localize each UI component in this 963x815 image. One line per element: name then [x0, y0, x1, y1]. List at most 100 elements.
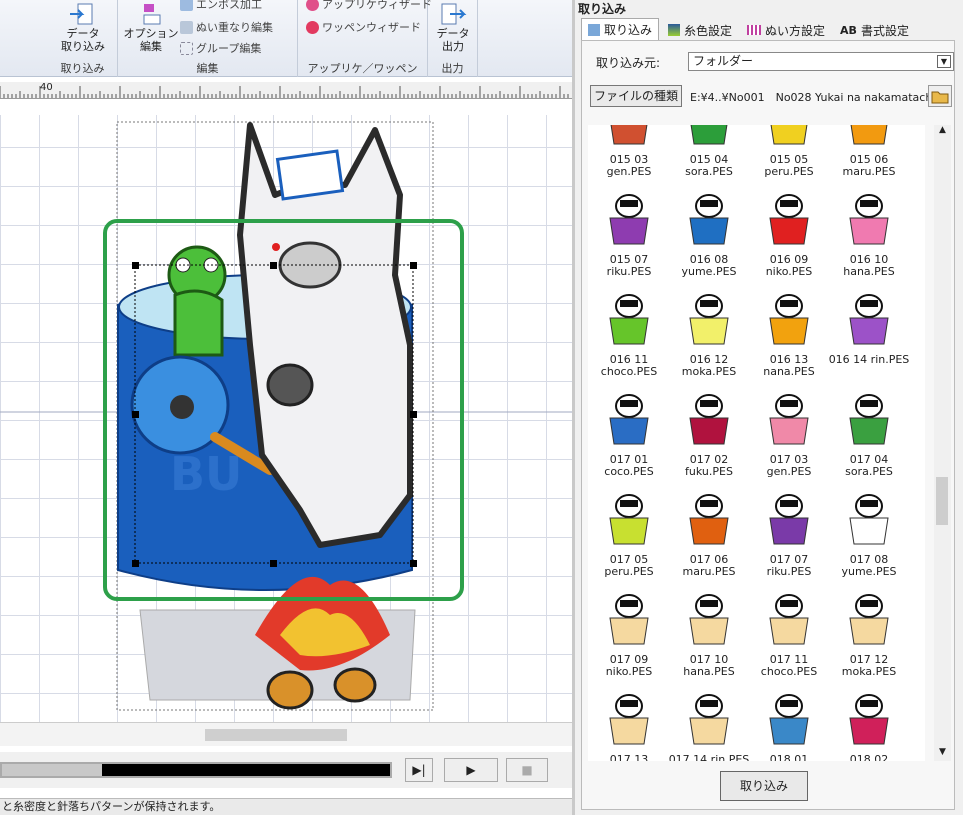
scroll-thumb-vertical[interactable] — [936, 477, 948, 525]
thumbnail-item[interactable]: 017 09 niko.PES — [588, 588, 670, 688]
thumbnail-image — [684, 388, 734, 448]
thumbnail-caption: 018 01 coco.PES — [769, 753, 809, 762]
applique-wizard-label: アップリケウィザード — [322, 0, 432, 11]
overlap-edit-button[interactable]: ぬい重なり編集 — [180, 19, 273, 35]
folder-icon — [931, 91, 949, 104]
thumbnail-image — [684, 588, 734, 648]
import-button[interactable]: 取り込み — [720, 771, 808, 801]
ribbon-group-edit: オプション 編集 エンボス加工 ぬい重なり編集 グループ編集 編集 — [118, 0, 298, 77]
thumbnail-item[interactable]: 015 06 maru.PES — [828, 125, 910, 188]
source-label: 取り込み元: — [596, 56, 661, 70]
option-edit-button[interactable]: オプション 編集 — [122, 2, 180, 53]
design-canvas[interactable]: BU — [0, 115, 572, 722]
tab-format[interactable]: AB 書式設定 — [834, 20, 915, 40]
thumbnail-caption: 016 11 choco.PES — [600, 353, 658, 378]
thumbnail-image — [844, 188, 894, 248]
data-output-button[interactable]: データ 出力 — [430, 2, 476, 53]
file-type-button[interactable]: ファイルの種類 — [590, 85, 682, 107]
embroidery-design[interactable]: BU — [0, 115, 572, 722]
thumbnail-item[interactable]: 018 01 coco.PES — [748, 688, 830, 761]
thumbnail-item[interactable]: 017 07 riku.PES — [748, 488, 830, 588]
thumbnail-item[interactable]: 016 10 hana.PES — [828, 188, 910, 288]
group-edit-button[interactable]: グループ編集 — [180, 40, 261, 56]
thumbnail-item[interactable]: 017 02 fuku.PES — [668, 388, 750, 488]
thumbnail-caption: 015 05 peru.PES — [764, 153, 814, 178]
tab-import[interactable]: 取り込み — [581, 18, 660, 40]
group-label-applique: アップリケ／ワッペン — [307, 62, 418, 75]
tab-thread-color-label: 糸色設定 — [684, 23, 733, 38]
panel-title: 取り込み — [578, 2, 627, 16]
thumbnail-image — [604, 688, 654, 748]
thumbnail-item[interactable]: 017 12 moka.PES — [828, 588, 910, 688]
thumbnail-image — [844, 488, 894, 548]
horizontal-scrollbar[interactable] — [0, 722, 572, 746]
tab-stitch[interactable]: ぬい方設定 — [741, 20, 831, 40]
thumbnail-image — [764, 488, 814, 548]
thumbnail-item[interactable]: 017 05 peru.PES — [588, 488, 670, 588]
thumbnail-item[interactable]: 017 01 coco.PES — [588, 388, 670, 488]
thumbnail-item[interactable]: 016 09 niko.PES — [748, 188, 830, 288]
thumbnail-item[interactable]: 015 04 sora.PES — [668, 125, 750, 188]
thumbnail-image — [764, 188, 814, 248]
skip-end-button[interactable]: ▶| — [405, 758, 433, 782]
ribbon-group-output: データ 出力 出力 — [428, 0, 478, 77]
applique-wizard-button[interactable]: アップリケウィザード — [306, 0, 432, 12]
thumbnail-item[interactable]: 016 11 choco.PES — [588, 288, 670, 388]
thumbnail-item[interactable]: 015 05 peru.PES — [748, 125, 830, 188]
emboss-button[interactable]: エンボス加工 — [180, 0, 262, 12]
thumbnail-caption: 017 11 choco.PES — [760, 653, 818, 678]
progress-track[interactable] — [0, 762, 392, 778]
stitch-icon — [747, 25, 762, 35]
thumbnail-scrollbar[interactable]: ▲ ▼ — [934, 125, 951, 761]
scroll-down-icon[interactable]: ▼ — [934, 747, 951, 761]
play-button[interactable]: ▶ — [444, 758, 498, 782]
thumbnail-image — [844, 125, 894, 148]
option-edit-icon — [136, 2, 166, 26]
thumbnail-image — [604, 288, 654, 348]
thumbnail-item[interactable]: 017 11 choco.PES — [748, 588, 830, 688]
thumbnail-item[interactable]: 018 02 fuku.PES — [828, 688, 910, 761]
firewood — [266, 670, 314, 710]
data-import-button[interactable]: データ 取り込み — [54, 2, 112, 53]
thumbnail-caption: 017 04 sora.PES — [845, 453, 893, 478]
thumbnail-item[interactable]: 017 06 maru.PES — [668, 488, 750, 588]
thumbnail-item[interactable]: 016 12 moka.PES — [668, 288, 750, 388]
import-tab-icon — [588, 23, 600, 36]
thumbnail-caption: 017 14 rin.PES — [668, 753, 750, 762]
thumbnail-image — [684, 188, 734, 248]
file-type-button-label: ファイルの種類 — [593, 89, 678, 103]
data-output-icon — [438, 2, 468, 26]
group-edit-label: グループ編集 — [196, 42, 262, 55]
thumbnail-item[interactable]: 015 03 gen.PES — [588, 125, 670, 188]
thumbnail-image — [844, 388, 894, 448]
scroll-up-icon[interactable]: ▲ — [934, 125, 951, 139]
scroll-thumb[interactable] — [205, 729, 347, 741]
thumbnail-item[interactable]: 017 10 hana.PES — [668, 588, 750, 688]
browse-folder-button[interactable] — [928, 85, 952, 107]
thumbnail-image — [844, 588, 894, 648]
thumbnail-grid[interactable]: 015 03 gen.PES 015 04 sora.PES 015 05 peru… — [588, 125, 925, 761]
thumbnail-caption: 015 07 riku.PES — [606, 253, 652, 278]
thumbnail-item[interactable]: 017 04 sora.PES — [828, 388, 910, 488]
data-import-label: データ 取り込み — [61, 27, 105, 53]
thumbnail-caption: 018 02 fuku.PES — [849, 753, 889, 762]
status-bar: と糸密度と針落ちパターンが保持されます。 — [0, 798, 572, 815]
thumbnail-item[interactable]: 016 08 yume.PES — [668, 188, 750, 288]
thumbnail-item[interactable]: 017 14 rin.PES — [668, 688, 750, 761]
thumbnail-image — [764, 125, 814, 148]
thumbnail-item[interactable]: 015 07 riku.PES — [588, 188, 670, 288]
tab-thread-color[interactable]: 糸色設定 — [662, 20, 738, 40]
thumbnail-caption: 017 05 peru.PES — [604, 553, 654, 578]
ribbon-group-applique: アップリケウィザード ワッペンウィザード アップリケ／ワッペン — [298, 0, 432, 77]
thumbnail-item[interactable]: 016 13 nana.PES — [748, 288, 830, 388]
frog-body — [173, 289, 224, 357]
thumbnail-image — [604, 588, 654, 648]
thumbnail-item[interactable]: 017 03 gen.PES — [748, 388, 830, 488]
thumbnail-item[interactable]: 016 14 rin.PES — [828, 288, 910, 388]
thumbnail-item[interactable]: 017 13 nana.PES — [588, 688, 670, 761]
thumbnail-caption: 017 06 maru.PES — [682, 553, 736, 578]
source-select[interactable]: フォルダー ▼ — [688, 52, 954, 71]
thumbnail-item[interactable]: 017 08 yume.PES — [828, 488, 910, 588]
wappen-wizard-button[interactable]: ワッペンウィザード — [306, 19, 421, 35]
stop-button[interactable]: ■ — [506, 758, 548, 782]
